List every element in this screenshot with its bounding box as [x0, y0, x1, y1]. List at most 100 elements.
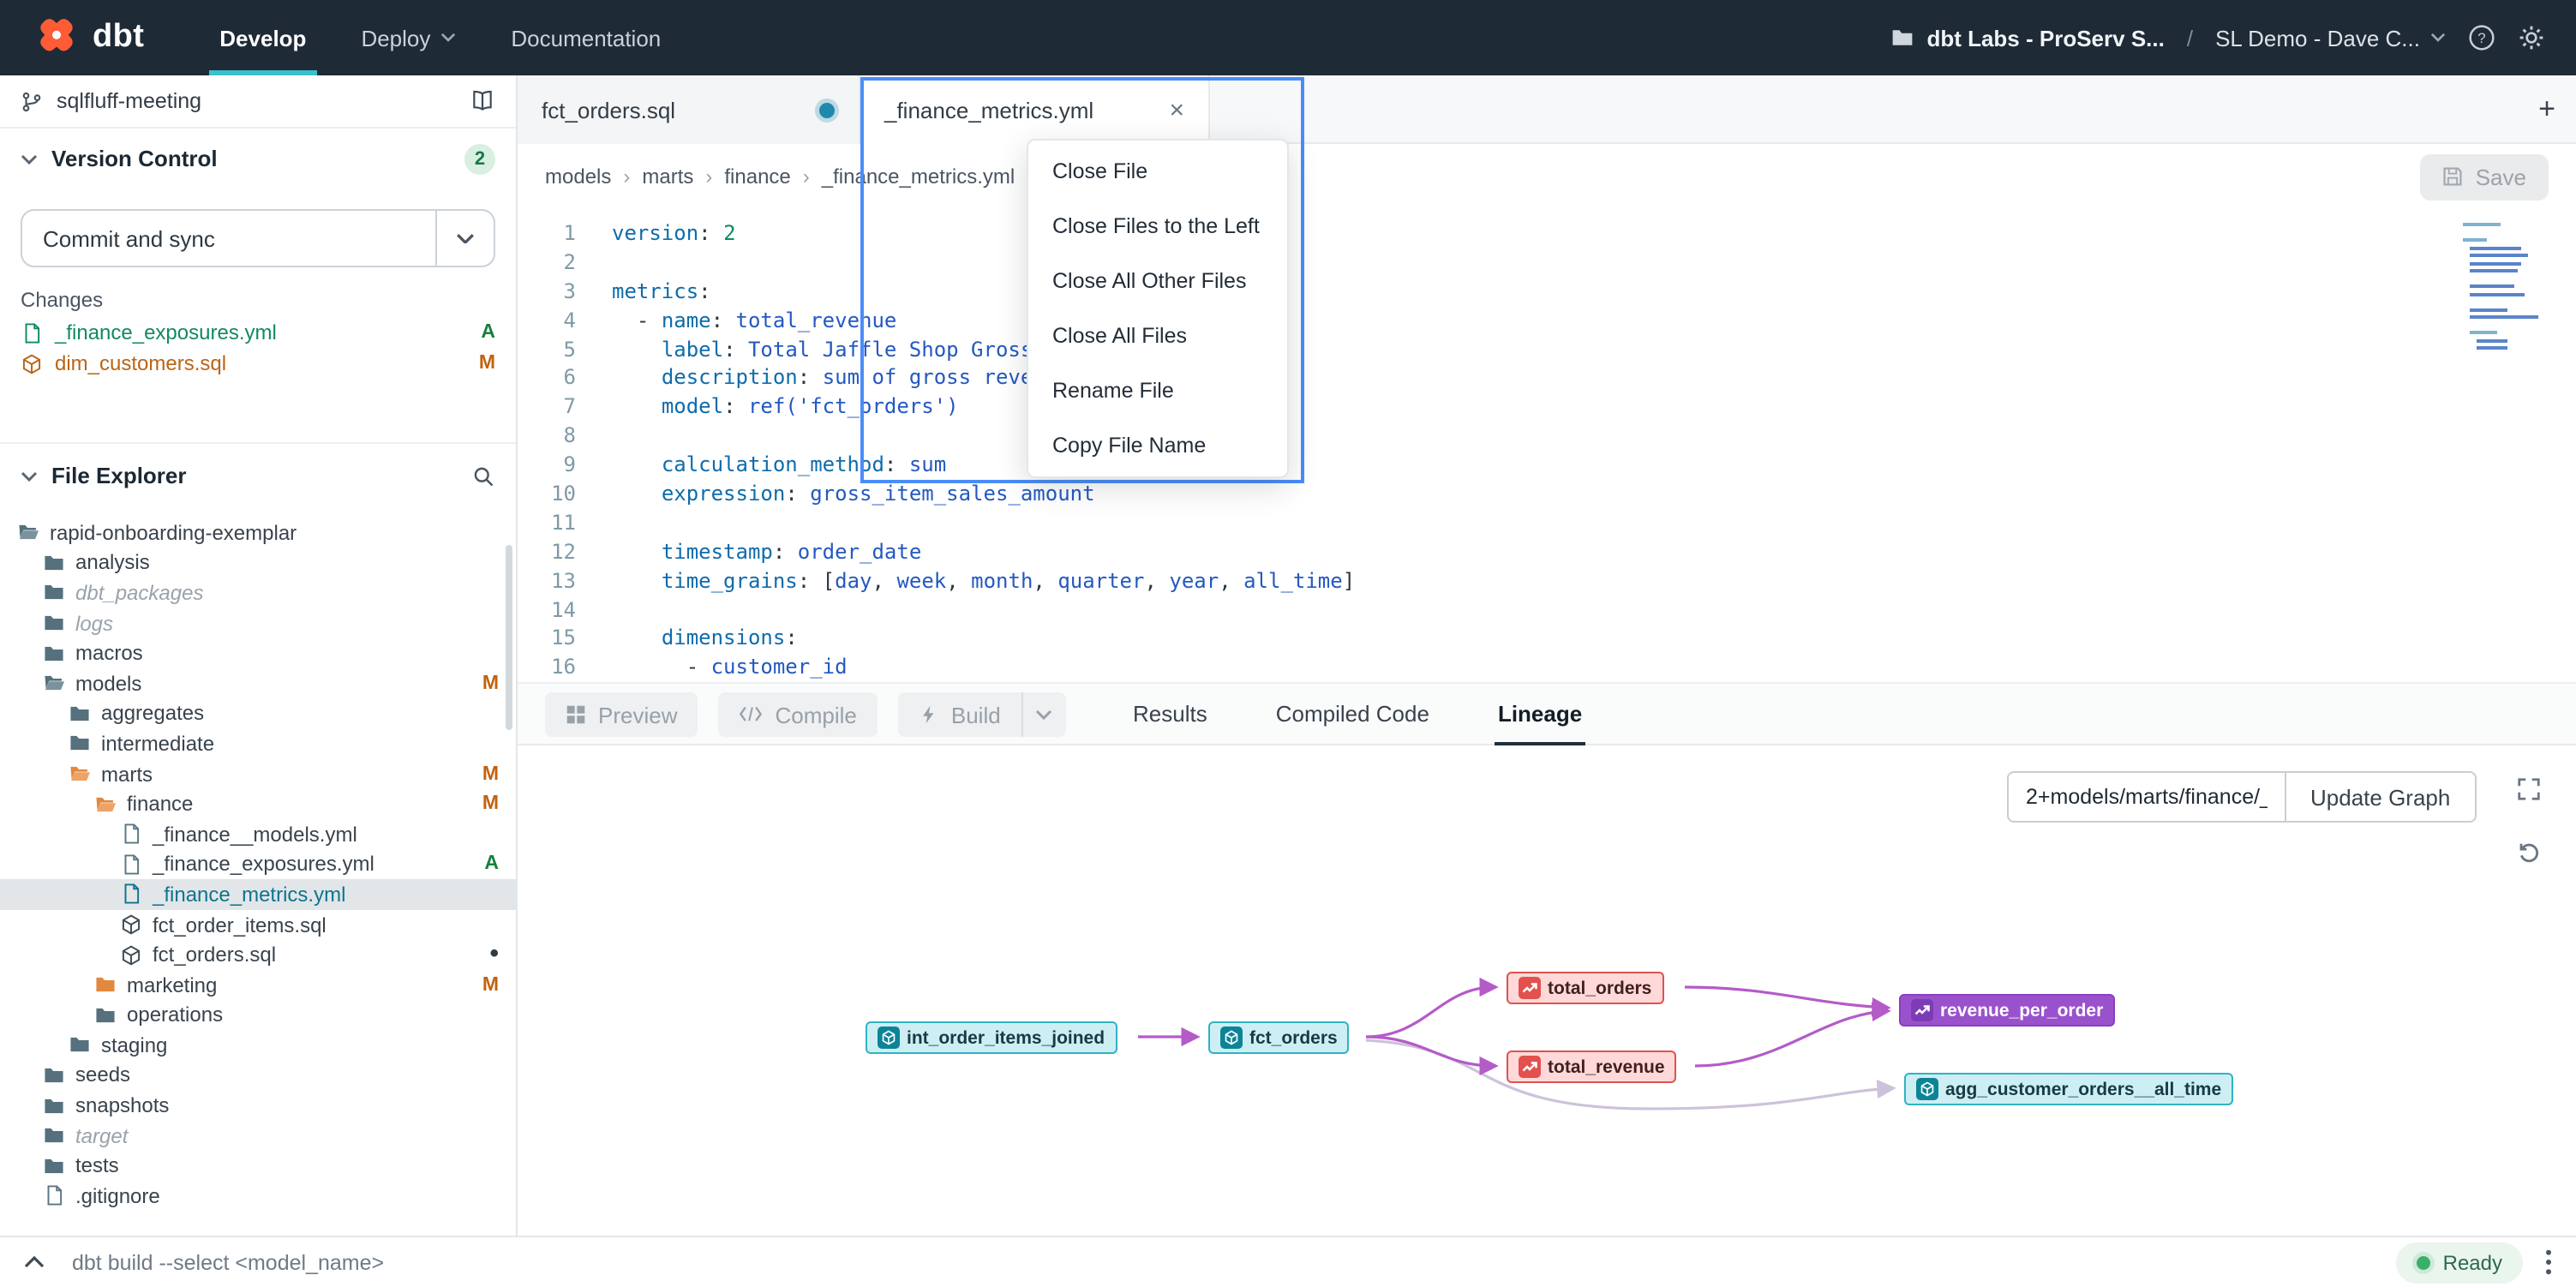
tab-_finance_metrics.yml[interactable]: _finance_metrics.yml ×: [860, 75, 1210, 144]
tree-item-fct-order-items-sql[interactable]: fct_order_items.sql: [0, 909, 516, 939]
tree-item-gitignore[interactable]: .gitignore: [0, 1181, 516, 1211]
tree-item-finance-exposures-yml[interactable]: _finance_exposures.ymlA: [0, 849, 516, 879]
branch-name: sqlfluff-meeting: [57, 89, 201, 113]
tree-item-snapshots[interactable]: snapshots: [0, 1091, 516, 1121]
lineage-node-total_revenue[interactable]: total_revenue: [1507, 1051, 1677, 1083]
build-options-caret[interactable]: [1021, 692, 1066, 737]
folder-icon: [43, 1064, 65, 1086]
tab-compiled-code[interactable]: Compiled Code: [1273, 684, 1433, 745]
code-line-9[interactable]: 9 calculation_method: sum: [518, 451, 2576, 480]
code-line-7[interactable]: 7 model: ref('fct_orders'): [518, 393, 2576, 422]
kebab-menu-icon[interactable]: [2545, 1249, 2552, 1275]
breadcrumb-models[interactable]: models: [545, 165, 642, 189]
tree-item-finance[interactable]: financeM: [0, 789, 516, 819]
tree-item-marts[interactable]: martsM: [0, 759, 516, 789]
tree-item-tests[interactable]: tests: [0, 1151, 516, 1181]
code-line-15[interactable]: 15 dimensions:: [518, 625, 2576, 654]
tree-item-rapid-onboarding-exemplar[interactable]: rapid-onboarding-exemplar: [0, 518, 516, 548]
tree-scrollbar[interactable]: [506, 545, 512, 730]
save-button[interactable]: Save: [2421, 153, 2549, 200]
menu-item-close-files-to-the-left[interactable]: Close Files to the Left: [1028, 199, 1287, 254]
file-explorer-header[interactable]: File Explorer: [0, 442, 516, 507]
branch-row[interactable]: sqlfluff-meeting: [0, 75, 516, 129]
menu-item-close-file[interactable]: Close File: [1028, 144, 1287, 199]
code-editor[interactable]: 1version: 223metrics:4 - name: total_rev…: [518, 209, 2576, 682]
tree-item-macros[interactable]: macros: [0, 638, 516, 668]
preview-button[interactable]: Preview: [545, 692, 698, 737]
version-control-header[interactable]: Version Control 2: [0, 129, 516, 189]
breadcrumb-file[interactable]: _finance_metrics.yml: [822, 165, 1045, 189]
changes-count-badge: 2: [464, 143, 495, 174]
tree-item-staging[interactable]: staging: [0, 1030, 516, 1060]
tree-item-operations[interactable]: operations: [0, 1000, 516, 1030]
tree-item-finance-models-yml[interactable]: _finance__models.yml: [0, 819, 516, 849]
tab-fct_orders.sql[interactable]: fct_orders.sql: [518, 75, 860, 144]
new-tab-button[interactable]: +: [2538, 75, 2555, 144]
breadcrumb-finance[interactable]: finance: [724, 165, 821, 189]
menu-item-close-all-files[interactable]: Close All Files: [1028, 308, 1287, 363]
folder-icon: [94, 1004, 117, 1027]
tree-item-aggregates[interactable]: aggregates: [0, 698, 516, 728]
lineage-node-int_order_items_joined[interactable]: int_order_items_joined: [866, 1021, 1117, 1054]
changed-file-dim-customers-sql[interactable]: dim_customers.sqlM: [0, 348, 516, 379]
lineage-node-total_orders[interactable]: total_orders: [1507, 972, 1663, 1004]
search-icon[interactable]: [471, 464, 495, 488]
code-line-14[interactable]: 14: [518, 596, 2576, 625]
chevron-up-icon[interactable]: [24, 1256, 45, 1268]
primary-nav: Develop Deploy Documentation: [192, 0, 688, 75]
code-line-1[interactable]: 1version: 2: [518, 219, 2576, 248]
tree-item-dbt-packages[interactable]: dbt_packages: [0, 578, 516, 608]
build-button[interactable]: Build: [898, 692, 1021, 737]
lineage-node-agg_customer_orders__all_time[interactable]: agg_customer_orders__all_time: [1904, 1073, 2233, 1105]
code-line-3[interactable]: 3metrics:: [518, 278, 2576, 307]
command-input[interactable]: dbt build --select <model_name>: [72, 1250, 384, 1274]
tab-results[interactable]: Results: [1129, 684, 1211, 745]
help-button[interactable]: ?: [2468, 24, 2495, 51]
project-switcher[interactable]: SL Demo - Dave C...: [2215, 25, 2446, 51]
lineage-node-revenue_per_order[interactable]: revenue_per_order: [1899, 994, 2115, 1027]
tree-item-analysis[interactable]: analysis: [0, 548, 516, 578]
compile-button[interactable]: Compile: [719, 692, 878, 737]
code-line-16[interactable]: 16 - customer_id: [518, 654, 2576, 682]
code-line-12[interactable]: 12 timestamp: order_date: [518, 538, 2576, 567]
code-line-4[interactable]: 4 - name: total_revenue: [518, 306, 2576, 335]
menu-item-close-all-other-files[interactable]: Close All Other Files: [1028, 254, 1287, 308]
tree-item-finance-metrics-yml[interactable]: _finance_metrics.yml: [0, 879, 516, 909]
folder-orange-icon: [94, 973, 117, 996]
nav-documentation[interactable]: Documentation: [483, 0, 688, 75]
path-separator: /: [2187, 25, 2193, 51]
settings-gear-button[interactable]: [2518, 24, 2545, 51]
close-tab-icon[interactable]: ×: [1169, 95, 1184, 124]
status-dot-icon: [2417, 1255, 2431, 1269]
menu-item-rename-file[interactable]: Rename File: [1028, 363, 1287, 418]
tree-item-target[interactable]: target: [0, 1121, 516, 1151]
docs-book-icon[interactable]: [470, 90, 495, 113]
code-line-11[interactable]: 11: [518, 509, 2576, 538]
lineage-panel[interactable]: int_order_items_joined fct_orders total_…: [518, 745, 2576, 1236]
tree-item-intermediate[interactable]: intermediate: [0, 728, 516, 758]
code-line-13[interactable]: 13 time_grains: [day, week, month, quart…: [518, 566, 2576, 596]
nav-develop[interactable]: Develop: [192, 0, 333, 75]
lineage-node-fct_orders[interactable]: fct_orders: [1208, 1021, 1350, 1054]
tree-item-fct-orders-sql[interactable]: fct_orders.sql•: [0, 940, 516, 970]
tab-lineage[interactable]: Lineage: [1495, 684, 1585, 745]
commit-and-sync-button[interactable]: Commit and sync: [21, 209, 495, 267]
tree-item-marketing[interactable]: marketingM: [0, 970, 516, 1000]
code-line-10[interactable]: 10 expression: gross_item_sales_amount: [518, 480, 2576, 509]
changed-file-finance-exposures-yml[interactable]: _finance_exposures.ymlA: [0, 317, 516, 348]
dbt-logo[interactable]: dbt: [34, 15, 144, 60]
menu-item-copy-file-name[interactable]: Copy File Name: [1028, 418, 1287, 473]
tree-item-seeds[interactable]: seeds: [0, 1060, 516, 1090]
tree-item-models[interactable]: modelsM: [0, 668, 516, 698]
code-line-8[interactable]: 8: [518, 422, 2576, 451]
code-line-5[interactable]: 5 label: Total Jaffle Shop Gross Revenue: [518, 335, 2576, 364]
minimap[interactable]: [2463, 223, 2538, 354]
account-switcher[interactable]: dbt Labs - ProServ S...: [1890, 25, 2164, 51]
status-badge[interactable]: Ready: [2397, 1242, 2523, 1283]
tree-item-logs[interactable]: logs: [0, 608, 516, 638]
nav-deploy[interactable]: Deploy: [333, 0, 483, 75]
breadcrumb-marts[interactable]: marts: [642, 165, 724, 189]
code-line-2[interactable]: 2: [518, 248, 2576, 278]
code-line-6[interactable]: 6 description: sum of gross revenue: [518, 364, 2576, 393]
commit-options-caret[interactable]: [435, 211, 494, 266]
